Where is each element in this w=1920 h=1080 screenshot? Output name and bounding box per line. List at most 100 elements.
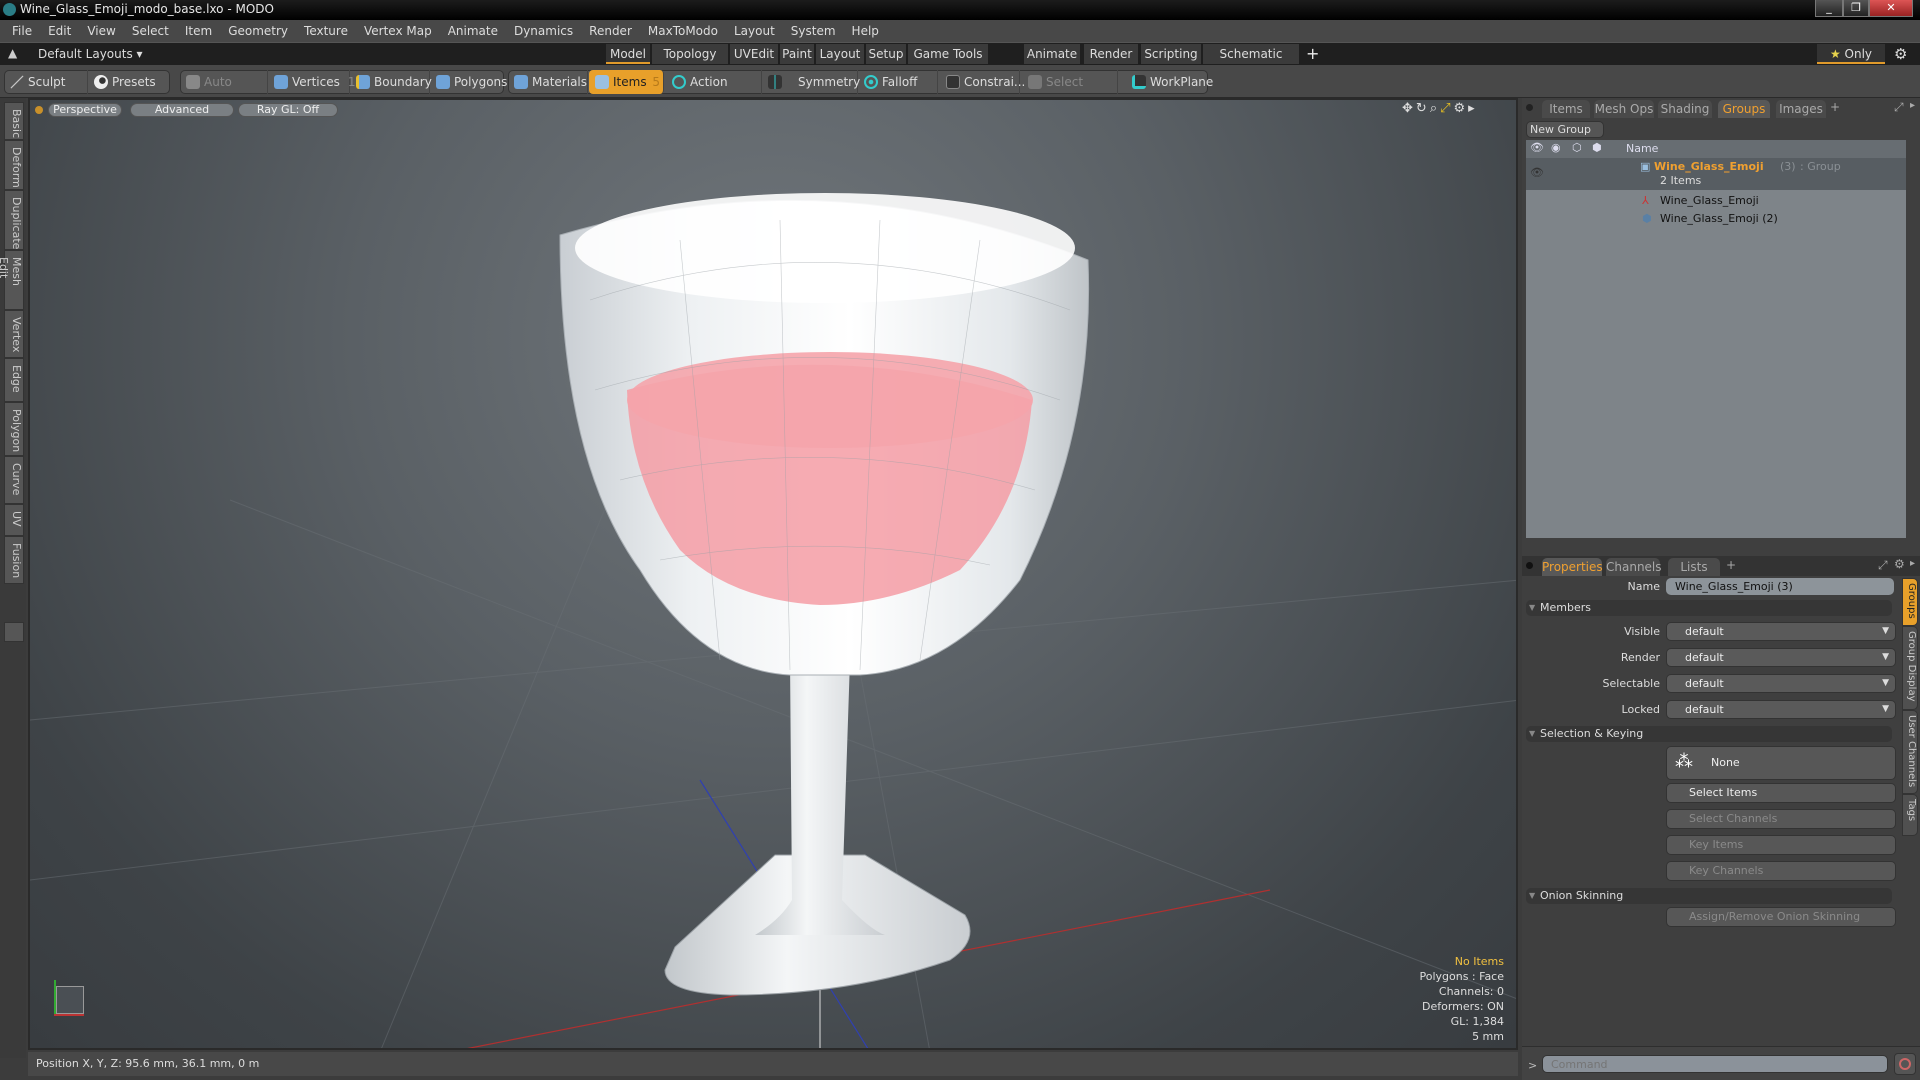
select-channels-button[interactable]: Select Channels [1666, 809, 1896, 829]
name-column-header[interactable]: Name [1626, 142, 1658, 155]
restore-button[interactable]: ❐ [1843, 0, 1869, 17]
items-button[interactable]: Items 5 [589, 70, 664, 94]
add-layout-tab-button[interactable]: + [1306, 44, 1319, 63]
menu-maxtomodo[interactable]: MaxToModo [640, 20, 726, 43]
select-column-icon[interactable]: ⬡ [1572, 141, 1582, 154]
maximize-properties-icon[interactable]: ⤢ [1878, 558, 1888, 573]
tab-images[interactable]: Images [1776, 100, 1826, 118]
tab-deform[interactable]: Deform [4, 140, 24, 190]
auto-select-button[interactable]: Auto Select [180, 70, 268, 113]
menu-texture[interactable]: Texture [296, 20, 356, 43]
gear-icon[interactable]: ⚙ [1894, 45, 1907, 63]
menu-vertex-map[interactable]: Vertex Map [356, 20, 440, 43]
tab-mesh-edit[interactable]: Mesh Edit [0, 250, 24, 310]
only-toggle[interactable]: ★ Only [1817, 44, 1885, 64]
default-layouts-dropdown[interactable]: Default Layouts ▾ [38, 47, 143, 61]
menu-view[interactable]: View [79, 20, 123, 43]
locked-dropdown[interactable]: default ▼ [1666, 700, 1896, 719]
menu-render[interactable]: Render [581, 20, 640, 43]
menu-system[interactable]: System [783, 20, 844, 43]
properties-arrow-icon[interactable]: ▸ [1910, 558, 1915, 569]
boundary-button[interactable]: Boundary [350, 70, 432, 94]
constraints-button[interactable]: Constrai... [940, 70, 1025, 94]
menu-layout[interactable]: Layout [726, 20, 783, 43]
properties-menu-dot-icon[interactable] [1526, 562, 1533, 569]
visibility-toggle[interactable]: 👁 [1530, 166, 1544, 179]
tab-paint[interactable]: Paint [780, 44, 814, 64]
tab-groups[interactable]: Groups [1718, 100, 1770, 118]
select-through-button[interactable]: Select Through [1022, 70, 1118, 113]
close-button[interactable]: ✕ [1869, 0, 1913, 17]
list-item[interactable]: ⬢ Wine_Glass_Emoji (2) [1526, 210, 1906, 228]
falloff-button[interactable]: Falloff [858, 70, 938, 94]
add-tab-button[interactable]: + [1830, 100, 1840, 114]
menu-file[interactable]: File [4, 20, 40, 43]
tab-mesh-ops[interactable]: Mesh Ops [1594, 100, 1654, 118]
group-row[interactable]: 👁 ▣ Wine_Glass_Emoji (3) : Group 2 Items [1526, 158, 1906, 190]
maximize-panel-icon[interactable]: ⤢ [1894, 100, 1904, 115]
side-tab-groups[interactable]: Groups [1902, 578, 1918, 626]
menu-help[interactable]: Help [844, 20, 887, 43]
minimize-button[interactable]: _ [1815, 0, 1843, 17]
selection-keying-section[interactable]: ▼ Selection & Keying [1526, 726, 1892, 742]
materials-button[interactable]: Materials [508, 70, 588, 94]
visibility-column-icon[interactable]: 👁 [1530, 141, 1544, 154]
tab-scripting[interactable]: Scripting [1141, 44, 1201, 64]
command-input[interactable] [1542, 1055, 1888, 1073]
polygons-button[interactable]: Polygons [430, 70, 507, 94]
onion-skinning-section[interactable]: ▼ Onion Skinning [1526, 888, 1892, 904]
side-tab-group-display[interactable]: Group Display [1902, 626, 1918, 710]
members-section[interactable]: ▼ Members [1526, 600, 1892, 616]
onion-skinning-button[interactable]: Assign/Remove Onion Skinning [1666, 907, 1896, 927]
new-group-button[interactable]: New Group [1526, 121, 1604, 138]
menu-animate[interactable]: Animate [440, 20, 506, 43]
key-channels-button[interactable]: Key Channels [1666, 861, 1896, 881]
menu-edit[interactable]: Edit [40, 20, 79, 43]
tab-extra[interactable] [4, 622, 24, 642]
key-items-button[interactable]: Key Items [1666, 835, 1896, 855]
none-button[interactable]: ⁂ None [1666, 746, 1896, 780]
tab-model[interactable]: Model [606, 44, 650, 64]
menu-item[interactable]: Item [177, 20, 220, 43]
properties-gear-icon[interactable]: ⚙ [1894, 557, 1905, 571]
menu-geometry[interactable]: Geometry [220, 20, 296, 43]
panel-menu-dot-icon[interactable] [1526, 104, 1533, 111]
3d-viewport[interactable]: Perspective Advanced Ray GL: Off ✥↻⌕⤢⚙▸ [28, 98, 1518, 1050]
tab-game-tools[interactable]: Game Tools [908, 44, 988, 64]
tab-setup[interactable]: Setup [866, 44, 906, 64]
tab-lists[interactable]: Lists [1668, 558, 1720, 576]
record-macro-button[interactable] [1894, 1053, 1916, 1075]
vertices-button[interactable]: Vertices 1 [268, 70, 356, 94]
layout-up-icon[interactable]: ▲ [8, 46, 17, 60]
tab-polygon[interactable]: Polygon [4, 402, 24, 456]
add-properties-tab-button[interactable]: + [1726, 558, 1736, 572]
presets-button[interactable]: Presets [88, 70, 170, 94]
tab-vertex[interactable]: Vertex [4, 310, 24, 358]
symmetry-button[interactable]: Symmetry [762, 70, 860, 94]
tab-channels[interactable]: Channels [1606, 558, 1662, 576]
tab-properties[interactable]: Properties [1542, 558, 1603, 576]
select-items-button[interactable]: Select Items [1666, 783, 1896, 803]
tab-uvedit[interactable]: UVEdit [730, 44, 778, 64]
action-center-button[interactable]: Action Center [666, 70, 762, 113]
selectable-dropdown[interactable]: default ▼ [1666, 674, 1896, 693]
panel-arrow-icon[interactable]: ▸ [1910, 100, 1915, 111]
tab-shading[interactable]: Shading [1658, 100, 1712, 118]
lock-column-icon[interactable]: ⬢ [1592, 141, 1602, 154]
menu-select[interactable]: Select [124, 20, 177, 43]
visible-dropdown[interactable]: default ▼ [1666, 622, 1896, 641]
menu-dynamics[interactable]: Dynamics [506, 20, 581, 43]
tab-topology[interactable]: Topology [652, 44, 728, 64]
tab-layout[interactable]: Layout [816, 44, 864, 64]
render-column-icon[interactable]: ◉ [1551, 141, 1561, 154]
tab-items[interactable]: Items [1542, 100, 1590, 118]
side-tab-tags[interactable]: Tags [1902, 794, 1918, 836]
tab-fusion[interactable]: Fusion [4, 536, 24, 584]
tab-uv[interactable]: UV [4, 504, 24, 536]
tab-render[interactable]: Render [1084, 44, 1138, 64]
tab-schematic-fusion[interactable]: Schematic Fusion [1203, 44, 1299, 81]
tab-basic[interactable]: Basic [4, 102, 24, 140]
tab-edge[interactable]: Edge [4, 358, 24, 402]
render-dropdown[interactable]: default ▼ [1666, 648, 1896, 667]
side-tab-user-channels[interactable]: User Channels [1902, 710, 1918, 794]
